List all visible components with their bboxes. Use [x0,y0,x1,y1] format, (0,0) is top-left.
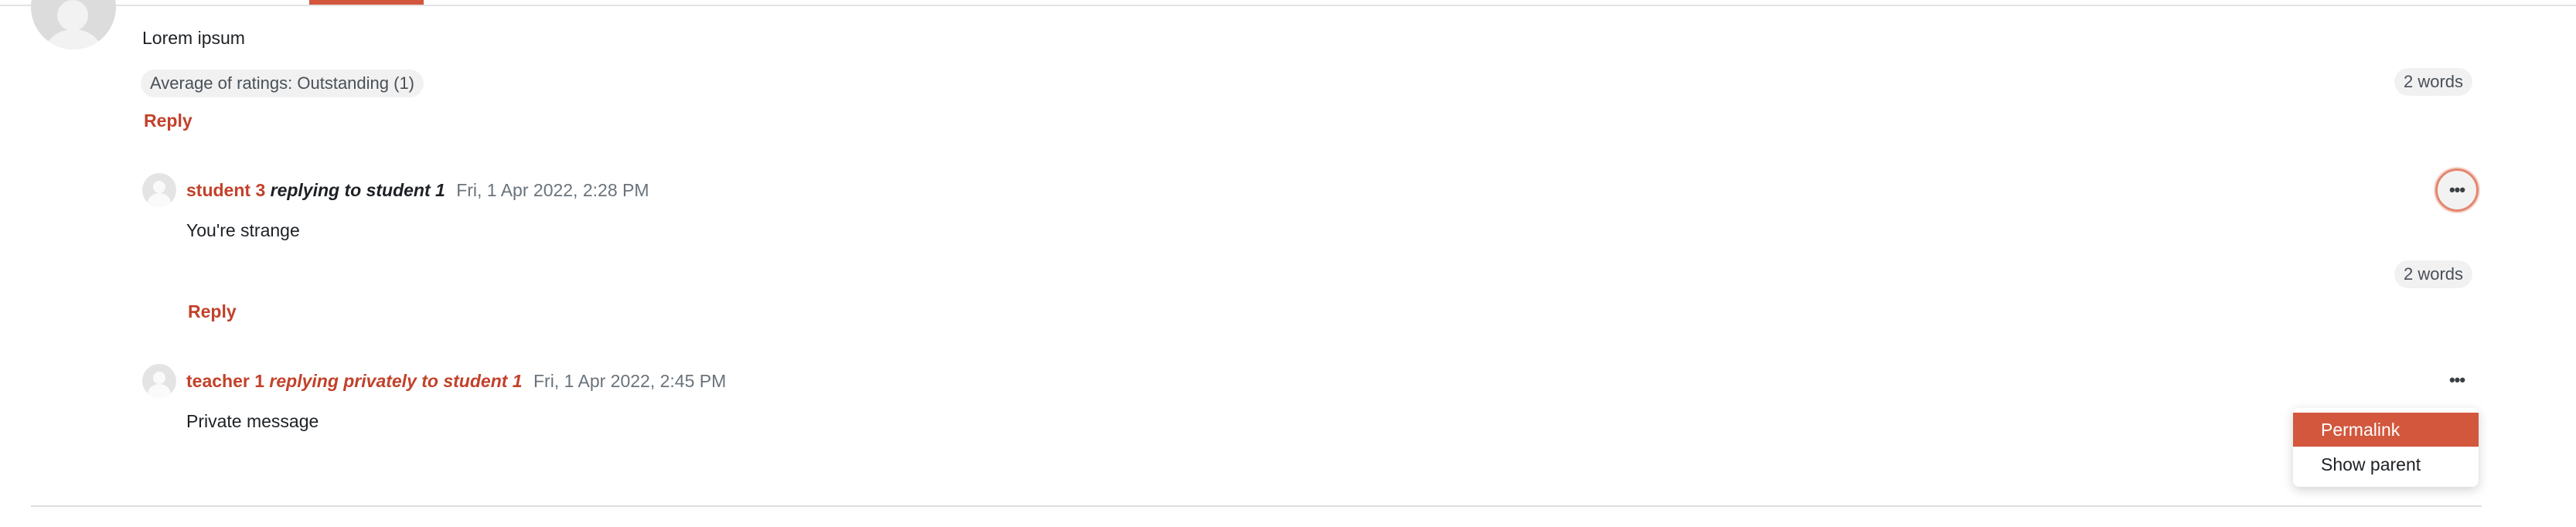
avatar-head [57,0,88,31]
avatar-head [153,372,165,384]
post-content: Private message [186,411,319,431]
reply-link[interactable]: Reply [188,301,237,322]
bottom-divider [31,505,2482,507]
avatar [31,0,116,49]
ellipsis-icon: ••• [2448,180,2465,199]
post-content: Lorem ipsum [142,28,245,48]
post-date: Fri, 1 Apr 2022, 2:45 PM [533,371,727,391]
avatar-head [153,181,165,193]
author-name[interactable]: student 3 [186,180,265,200]
top-divider [0,5,2576,6]
post-content: You're strange [186,220,300,240]
post-header: teacher 1 replying privately to student … [186,369,726,393]
avatar-body [148,384,171,398]
avatar-body [148,193,171,207]
reply-link[interactable]: Reply [144,110,193,131]
reply-relation: replying to student 1 [270,180,445,200]
more-options-button[interactable]: ••• [2435,168,2479,212]
avatar-body [45,29,102,49]
more-options-button[interactable]: ••• [2435,359,2479,402]
word-count-badge: 2 words [2394,68,2473,96]
avatar [142,173,176,207]
avatar [142,364,176,398]
post-header: student 3 replying to student 1 Fri, 1 A… [186,178,649,202]
word-count-badge: 2 words [2394,260,2473,288]
post-actions-menu: Permalink Show parent [2293,408,2479,487]
menu-item-permalink[interactable]: Permalink [2293,413,2479,447]
menu-item-show-parent[interactable]: Show parent [2293,447,2479,481]
rating-badge: Average of ratings: Outstanding (1) [141,70,424,97]
ellipsis-icon: ••• [2448,370,2465,389]
author-name[interactable]: teacher 1 [186,371,264,391]
post-date: Fri, 1 Apr 2022, 2:28 PM [456,180,649,200]
active-tab-indicator [309,0,424,5]
private-reply-relation: replying privately to student 1 [269,371,523,391]
